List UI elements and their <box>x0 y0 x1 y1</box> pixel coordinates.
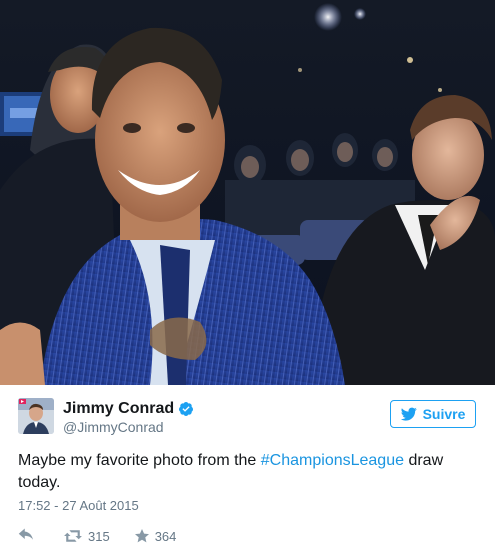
follow-button-label: Suivre <box>422 406 466 422</box>
retweet-button[interactable]: 315 <box>63 529 110 544</box>
tweet-card: Jimmy Conrad @JimmyConrad Suivre Maybe m… <box>0 0 495 558</box>
tweet-actions: 315 364 <box>18 526 176 546</box>
reply-button[interactable] <box>18 528 36 544</box>
avatar[interactable] <box>18 398 54 434</box>
reply-icon <box>18 528 33 540</box>
photo-illustration <box>0 0 495 385</box>
tweet-photo[interactable] <box>0 0 495 385</box>
retweet-icon <box>64 530 82 542</box>
follow-button[interactable]: Suivre <box>390 400 476 428</box>
like-button[interactable]: 364 <box>134 528 177 544</box>
hashtag-link[interactable]: #ChampionsLeague <box>261 452 404 469</box>
tweet-timestamp[interactable]: 17:52 - 27 Août 2015 <box>18 498 139 513</box>
tweet-text: Maybe my favorite photo from the #Champi… <box>18 450 473 494</box>
star-icon <box>134 529 149 543</box>
tweet-author: Jimmy Conrad @JimmyConrad Suivre <box>18 398 478 438</box>
author-names[interactable]: Jimmy Conrad @JimmyConrad <box>63 399 194 436</box>
author-display-name[interactable]: Jimmy Conrad <box>63 399 174 418</box>
verified-badge-icon <box>178 401 194 417</box>
author-handle[interactable]: @JimmyConrad <box>63 418 194 436</box>
profile-photo-icon <box>18 398 54 434</box>
tweet-text-before: Maybe my favorite photo from the <box>18 452 261 469</box>
twitter-bird-icon <box>400 407 417 421</box>
like-count: 364 <box>154 528 177 544</box>
retweet-count: 315 <box>88 528 110 544</box>
